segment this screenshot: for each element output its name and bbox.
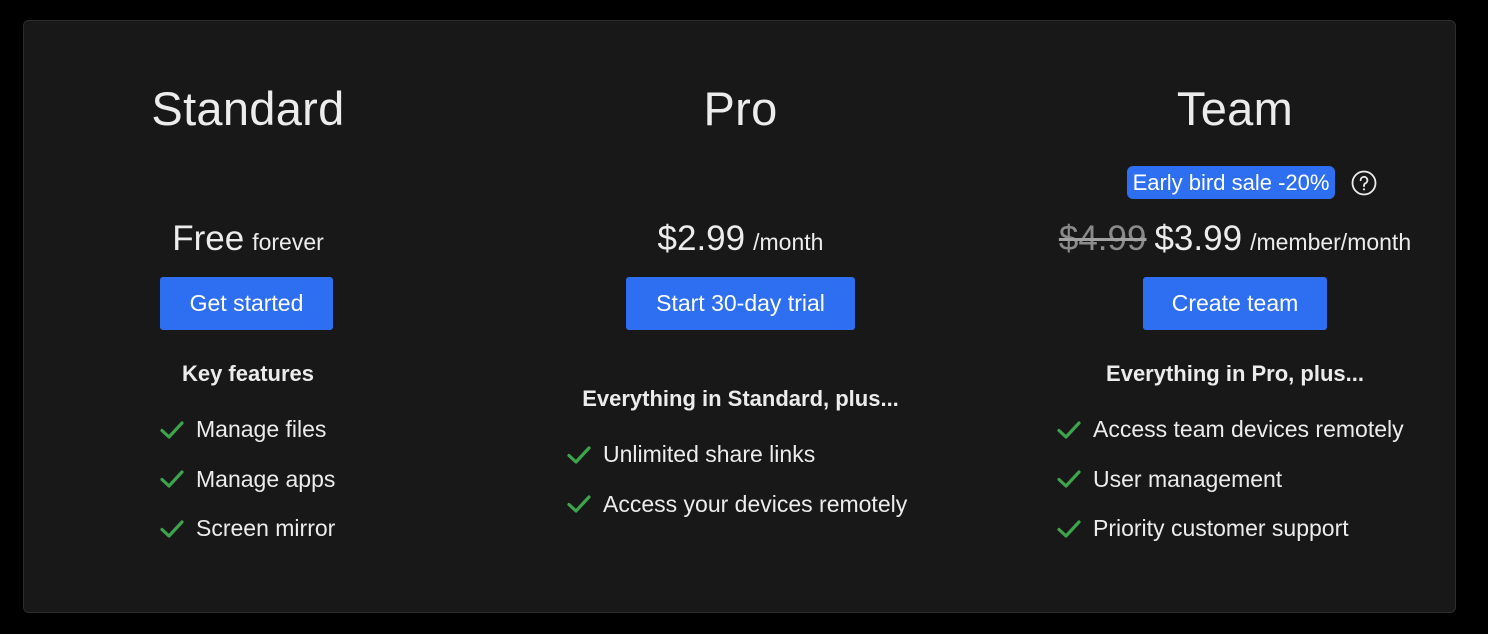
- plan-pro: Pro $2.99/month Start 30-day trial Every…: [494, 21, 987, 612]
- feature-label: Unlimited share links: [603, 441, 816, 468]
- feature-item: Screen mirror: [159, 504, 335, 554]
- feature-item: Manage apps: [159, 455, 335, 505]
- features-heading: Everything in Standard, plus...: [582, 386, 899, 411]
- feature-label: Manage files: [196, 416, 327, 443]
- plan-title: Team: [1176, 82, 1294, 135]
- get-started-button[interactable]: Get started: [160, 277, 333, 330]
- feature-item: Priority customer support: [1056, 504, 1404, 554]
- feature-label: User management: [1093, 465, 1283, 492]
- pricing-panel: Standard Free forever Get started Key fea…: [23, 20, 1456, 613]
- check-icon: [160, 470, 184, 488]
- price-row: Free forever: [24, 219, 472, 259]
- feature-label: Access your devices remotely: [603, 490, 908, 517]
- price: $3.99: [1154, 219, 1243, 258]
- feature-label: Manage apps: [196, 465, 336, 492]
- price-row: $4.99 $3.99/member/month: [1002, 219, 1468, 259]
- check-icon: [160, 520, 184, 538]
- plan-title: Pro: [703, 82, 778, 135]
- check-icon: [1057, 470, 1081, 488]
- feature-list: Access team devices remotely User manage…: [1056, 405, 1404, 554]
- check-icon: [1057, 520, 1081, 538]
- check-icon: [160, 421, 184, 439]
- feature-item: Unlimited share links: [566, 430, 907, 480]
- sale-badge: Early bird sale -20%: [1126, 166, 1336, 199]
- price: Free: [172, 219, 245, 258]
- old-price: $4.99: [1058, 219, 1147, 258]
- feature-item: Access your devices remotely: [566, 480, 907, 530]
- feature-item: Manage files: [159, 405, 335, 455]
- feature-label: Screen mirror: [196, 515, 336, 542]
- price-unit: /member/month: [1250, 229, 1412, 255]
- create-team-button[interactable]: Create team: [1143, 277, 1327, 330]
- plan-standard: Standard Free forever Get started Key fea…: [24, 21, 472, 612]
- feature-label: Priority customer support: [1093, 515, 1349, 542]
- check-icon: [567, 495, 591, 513]
- check-icon: [1057, 421, 1081, 439]
- start-trial-button[interactable]: Start 30-day trial: [626, 277, 855, 330]
- features-heading: Key features: [181, 361, 315, 386]
- feature-label: Access team devices remotely: [1093, 416, 1404, 443]
- help-circle-icon[interactable]: [1351, 170, 1377, 196]
- plan-team: Team Early bird sale -20% $4.99 $3.99/mem…: [1002, 21, 1468, 612]
- check-icon: [567, 446, 591, 464]
- feature-list: Manage files Manage apps Screen mirror: [159, 405, 335, 554]
- sale-badge-row: Early bird sale -20%: [1002, 166, 1468, 199]
- feature-item: Access team devices remotely: [1056, 405, 1404, 455]
- feature-list: Unlimited share links Access your device…: [566, 430, 907, 529]
- plan-title: Standard: [151, 82, 345, 135]
- price-row: $2.99/month: [494, 219, 987, 259]
- price-unit: /month: [753, 229, 824, 255]
- price-unit: forever: [252, 229, 324, 255]
- price: $2.99: [657, 219, 746, 258]
- feature-item: User management: [1056, 455, 1404, 505]
- features-heading: Everything in Pro, plus...: [1106, 361, 1364, 386]
